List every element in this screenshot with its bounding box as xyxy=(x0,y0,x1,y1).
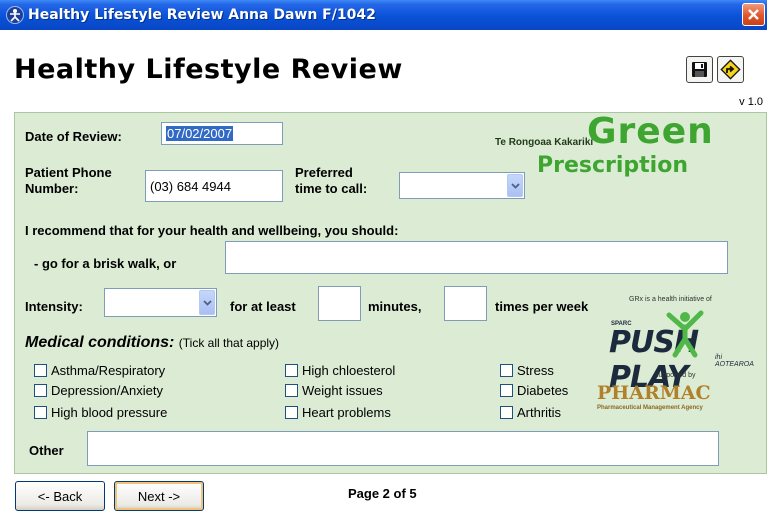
checkbox-diabetes[interactable]: Diabetes xyxy=(500,383,568,398)
checkbox-label: Stress xyxy=(517,363,554,378)
logo-green: Green xyxy=(587,111,714,152)
checkbox-box[interactable] xyxy=(500,384,513,397)
next-button[interactable]: Next -> xyxy=(114,481,204,511)
intensity-select[interactable] xyxy=(104,288,217,317)
page-indicator: Page 2 of 5 xyxy=(348,486,417,501)
checkbox-weight[interactable]: Weight issues xyxy=(285,383,383,398)
logo-org-name: Te Rongoaa Kakariki xyxy=(495,137,594,148)
road-sign-icon xyxy=(720,59,741,80)
medical-conditions-label: Medical conditions: xyxy=(25,334,175,351)
close-button[interactable] xyxy=(742,3,765,26)
checkbox-label: Diabetes xyxy=(517,383,569,398)
times-field[interactable] xyxy=(444,286,487,321)
version-label: v 1.0 xyxy=(739,96,763,108)
footer: <- Back Next -> Page 2 of 5 xyxy=(0,474,767,518)
medical-conditions-title: Medical conditions: (Tick all that apply… xyxy=(25,334,279,352)
checkbox-box[interactable] xyxy=(500,364,513,377)
pharmac-subtitle: Pharmaceutical Management Agency xyxy=(597,405,703,411)
dropdown-arrow[interactable] xyxy=(507,174,523,197)
back-button[interactable]: <- Back xyxy=(15,481,105,511)
checkbox-box[interactable] xyxy=(285,406,298,419)
walk-field[interactable] xyxy=(225,241,728,274)
phone-field[interactable]: (03) 684 4944 xyxy=(145,170,283,202)
checkbox-box[interactable] xyxy=(285,384,298,397)
checkbox-box[interactable] xyxy=(500,406,513,419)
checkbox-depression[interactable]: Depression/Anxiety xyxy=(34,383,163,398)
date-value: 07/02/2007 xyxy=(166,126,234,141)
chevron-down-icon xyxy=(510,182,520,189)
dropdown-arrow[interactable] xyxy=(199,290,215,315)
walk-label: - go for a brisk walk, or xyxy=(34,256,177,271)
checkbox-label: High blood pressure xyxy=(51,405,168,420)
checkbox-arthritis[interactable]: Arthritis xyxy=(500,405,561,420)
close-icon xyxy=(748,9,759,20)
phone-label-line1: Patient Phone xyxy=(25,165,112,180)
push-play-logo: SPARC PUSH PLAY ihi AOTEAROA xyxy=(605,309,755,395)
app-icon xyxy=(6,6,24,24)
phone-value: (03) 684 4944 xyxy=(150,178,231,194)
checkbox-stress[interactable]: Stress xyxy=(500,363,554,378)
checkbox-box[interactable] xyxy=(34,406,47,419)
medical-conditions-hint: (Tick all that apply) xyxy=(178,336,280,350)
floppy-disk-icon xyxy=(692,62,707,77)
green-prescription-logo: Te Rongoaa Kakariki Green Prescription xyxy=(485,111,767,193)
other-field[interactable] xyxy=(87,431,719,466)
preferred-time-label-line2: time to call: xyxy=(295,181,368,196)
navigate-button[interactable] xyxy=(717,56,744,83)
other-label: Other xyxy=(29,443,64,458)
window-titlebar: Healthy Lifestyle Review Anna Dawn F/104… xyxy=(0,0,767,30)
preferred-time-select[interactable] xyxy=(399,172,525,199)
header: Healthy Lifestyle Review v 1.0 xyxy=(0,30,767,112)
page-title: Healthy Lifestyle Review xyxy=(14,54,403,85)
checkbox-heart[interactable]: Heart problems xyxy=(285,405,391,420)
at-least-label: for at least xyxy=(230,299,296,314)
pharmac-logo: PHARMAC xyxy=(597,382,711,404)
minutes-field[interactable] xyxy=(318,286,361,321)
minutes-label: minutes, xyxy=(368,299,422,314)
checkbox-label: High chloesterol xyxy=(302,363,396,378)
checkbox-asthma[interactable]: Asthma/Respiratory xyxy=(34,363,165,378)
date-label: Date of Review: xyxy=(25,129,122,144)
logo-prescription: Prescription xyxy=(537,153,689,178)
times-per-week-label: times per week xyxy=(495,299,589,314)
checkbox-box[interactable] xyxy=(34,384,47,397)
checkbox-box[interactable] xyxy=(285,364,298,377)
recommendation-text: I recommend that for your health and wel… xyxy=(25,223,399,238)
window-title: Healthy Lifestyle Review Anna Dawn F/104… xyxy=(28,7,376,23)
phone-label-line2: Number: xyxy=(25,181,79,196)
checkbox-box[interactable] xyxy=(34,364,47,377)
supported-by-label: supported by xyxy=(655,372,696,379)
checkbox-label: Depression/Anxiety xyxy=(51,383,163,398)
checkbox-label: Weight issues xyxy=(302,383,383,398)
form-panel: Te Rongoaa Kakariki Green Prescription D… xyxy=(14,111,767,474)
checkbox-label: Arthritis xyxy=(517,405,562,420)
chevron-down-icon xyxy=(202,299,212,306)
checkbox-label: Asthma/Respiratory xyxy=(51,363,166,378)
jumping-figure-icon xyxy=(666,310,704,358)
save-button[interactable] xyxy=(686,56,713,83)
date-field[interactable]: 07/02/2007 xyxy=(161,122,283,145)
preferred-time-label-line1: Preferred xyxy=(295,165,353,180)
checkbox-label: Heart problems xyxy=(302,405,391,420)
push-play-sub: ihi AOTEAROA xyxy=(715,354,754,368)
checkbox-blood-pressure[interactable]: High blood pressure xyxy=(34,405,167,420)
grx-note: GRx is a health initiative of xyxy=(629,296,712,303)
intensity-label: Intensity: xyxy=(25,299,83,314)
checkbox-cholesterol[interactable]: High chloesterol xyxy=(285,363,395,378)
